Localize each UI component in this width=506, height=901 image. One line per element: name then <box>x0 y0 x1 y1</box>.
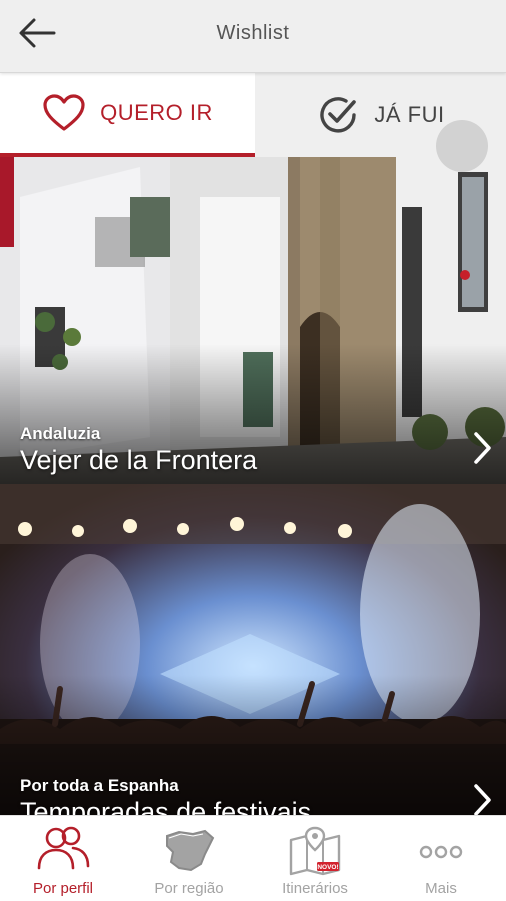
nav-item-mais[interactable]: Mais <box>378 816 504 901</box>
nav-item-por-regiao[interactable]: Por região <box>126 816 252 901</box>
card-title: Temporadas de festivais <box>20 797 312 815</box>
check-circle-icon <box>320 97 357 133</box>
card-region: Andaluzia <box>20 424 101 443</box>
nav-item-itinerarios[interactable]: NOVO! Itinerários <box>252 816 378 901</box>
chevron-right-icon <box>474 784 491 815</box>
nav-label: Por perfil <box>32 880 94 897</box>
chevron-right-icon <box>474 432 491 464</box>
tab-label: QUERO IR <box>100 100 213 125</box>
nav-label: Itinerários <box>282 880 348 897</box>
heart-icon <box>43 94 85 131</box>
destination-card[interactable]: Andaluzia Vejer de la Frontera <box>0 157 506 484</box>
page-title: Wishlist <box>216 22 290 44</box>
itinerary-map-icon: NOVO! <box>289 826 341 876</box>
card-title: Vejer de la Frontera <box>20 445 258 475</box>
nav-item-por-perfil[interactable]: Por perfil <box>0 816 126 901</box>
more-dots-icon <box>419 845 463 859</box>
wishlist-tabs: QUERO IR JÁ FUI <box>0 73 506 172</box>
tab-quero-ir[interactable]: QUERO IR <box>0 73 255 157</box>
nav-label: Mais <box>425 880 457 897</box>
nav-label: Por região <box>154 880 224 897</box>
new-badge-text: NOVO! <box>317 864 338 871</box>
people-icon <box>37 826 90 870</box>
tab-label: JÁ FUI <box>374 102 445 127</box>
bottom-navigation: Por perfil Por região NOVO! Itinerários … <box>0 815 506 901</box>
app-header: Wishlist <box>0 0 506 73</box>
destination-card[interactable]: Por toda a Espanha Temporadas de festiva… <box>0 484 506 815</box>
red-corner-marker <box>0 157 14 247</box>
spain-map-icon <box>166 829 215 872</box>
touch-ripple <box>436 120 488 172</box>
card-region: Por toda a Espanha <box>20 776 179 795</box>
